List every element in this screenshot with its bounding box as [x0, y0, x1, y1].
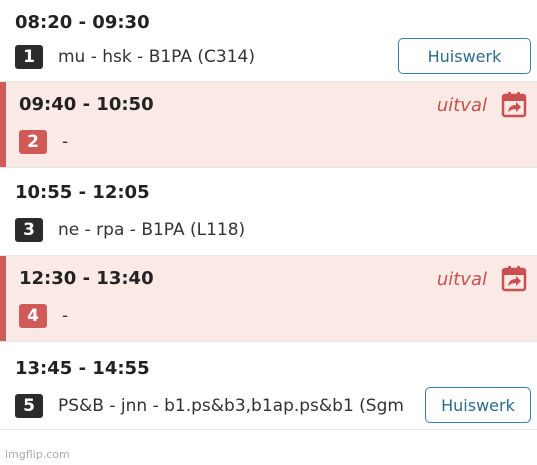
lesson-description: - — [62, 306, 69, 326]
lesson-row-4[interactable]: 12:30 - 13:40 uitval 4 - — [0, 256, 537, 342]
lesson-time: 10:55 - 12:05 — [15, 182, 150, 203]
lesson-description: mu - hsk - B1PA (C314) — [58, 47, 255, 67]
hour-badge: 4 — [19, 304, 47, 328]
hour-badge: 3 — [15, 218, 43, 242]
hour-badge: 2 — [19, 130, 47, 154]
calendar-arrow-icon[interactable] — [501, 92, 527, 118]
lesson-description: - — [62, 132, 69, 152]
calendar-arrow-icon[interactable] — [501, 266, 527, 292]
homework-button[interactable]: Huiswerk — [398, 38, 531, 74]
lesson-row-3[interactable]: 10:55 - 12:05 3 ne - rpa - B1PA (L118) — [0, 168, 537, 256]
lesson-description: ne - rpa - B1PA (L118) — [58, 220, 246, 240]
lesson-line: 1 mu - hsk - B1PA (C314) — [15, 45, 255, 69]
cancelled-label: uitval — [436, 95, 487, 116]
lesson-line: 3 ne - rpa - B1PA (L118) — [15, 218, 245, 242]
lesson-time: 08:20 - 09:30 — [15, 12, 150, 33]
lesson-line: 2 - — [19, 130, 68, 154]
watermark: imgflip.com — [5, 448, 70, 461]
lesson-line: 4 - — [19, 304, 68, 328]
lesson-row-2[interactable]: 09:40 - 10:50 uitval 2 - — [0, 82, 537, 168]
lesson-row-5[interactable]: 13:45 - 14:55 5 PS&B - jnn - b1.ps&b3,b1… — [0, 342, 537, 430]
lesson-time: 09:40 - 10:50 — [19, 94, 154, 115]
lesson-description: PS&B - jnn - b1.ps&b3,b1ap.ps&b1 (Sgm — [58, 396, 404, 416]
hour-badge: 1 — [15, 45, 43, 69]
cancelled-label: uitval — [436, 269, 487, 290]
homework-button[interactable]: Huiswerk — [425, 387, 531, 423]
lesson-schedule-list: 08:20 - 09:30 1 mu - hsk - B1PA (C314) H… — [0, 0, 537, 430]
hour-badge: 5 — [15, 394, 43, 418]
lesson-time: 12:30 - 13:40 — [19, 268, 154, 289]
lesson-time: 13:45 - 14:55 — [15, 358, 150, 379]
lesson-row-1[interactable]: 08:20 - 09:30 1 mu - hsk - B1PA (C314) H… — [0, 0, 537, 82]
lesson-line: 5 PS&B - jnn - b1.ps&b3,b1ap.ps&b1 (Sgm — [15, 394, 404, 418]
